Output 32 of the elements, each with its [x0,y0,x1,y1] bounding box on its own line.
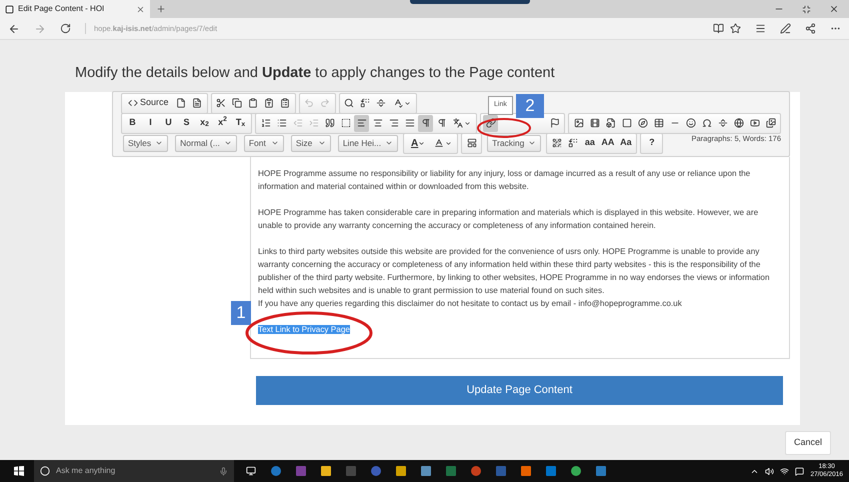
search-box[interactable]: Ask me anything [34,460,234,482]
paragraph: HOPE Programme has taken considerable care in preparing information and materials which is displayed in this website. However, we are unable to provide any warranty concerning the accuracy or completeness of any information contained herein. [258,207,760,232]
format-button[interactable]: AA [599,134,616,152]
format-button[interactable]: U [160,114,177,132]
tab-title: Edit Page Content - HOI [18,3,106,15]
format-dropdown[interactable]: Line Hei... [338,134,398,152]
format-dropdown[interactable]: Tracking [487,134,542,152]
format-dropdown[interactable]: Styles [123,134,168,152]
format-button[interactable]: T$_{x}$ [232,114,249,132]
format-button[interactable]: x$_{2}$ [196,114,213,132]
instruction-text: Modify the details below and Update to apply changes to the Page content [75,64,555,84]
cancel-button[interactable]: Cancel [784,430,831,454]
paragraph: HOPE Programme assume no responsibility or liability for any injury, loss or damage incurred as a result of any use or reliance upon the information and material contained within or downloaded from this website. [258,168,752,193]
source-button[interactable]: Source [124,94,173,112]
update-button[interactable]: Update Page Content [256,376,783,405]
format-dropdown[interactable]: Size [290,134,331,152]
format-button[interactable]: ? [643,134,660,152]
browser-tab[interactable]: Edit Page Content - HOI [0,0,150,18]
format-button[interactable]: x$^{2}$ [214,114,231,132]
format-button[interactable]: I [142,114,159,132]
format-dropdown[interactable]: Normal (... [175,134,237,152]
search-placeholder: Ask me anything [56,465,116,477]
paragraph: If you have any queries regarding this disclaimer do not hesitate to contact us by email - info@hopeprogramme.co.uk [258,298,683,310]
format-button[interactable]: aa [581,134,598,152]
text-color-button[interactable]: A [406,134,430,152]
paragraph: Links to third party websites outside this website are provided for the convenience of usrs only. HOPE Programme is unable to provide any warranty concerning the accuracy or completeness of any information held within these third party websites - this is the responsibility of the publisher of the third party website. Furthermore, by linking to other websites, HOPE Programme in no way endorses the views or information held within such websites and is unable to grant permission to use material found on such sites. [258,246,770,297]
annotation-badge: 2 [516,94,544,118]
annotation-badge: 1 [231,301,251,325]
format-dropdown[interactable]: Font [244,134,284,152]
format-button[interactable]: Aa [617,134,634,152]
format-button[interactable]: S [178,114,195,132]
format-button[interactable]: B [124,114,141,132]
